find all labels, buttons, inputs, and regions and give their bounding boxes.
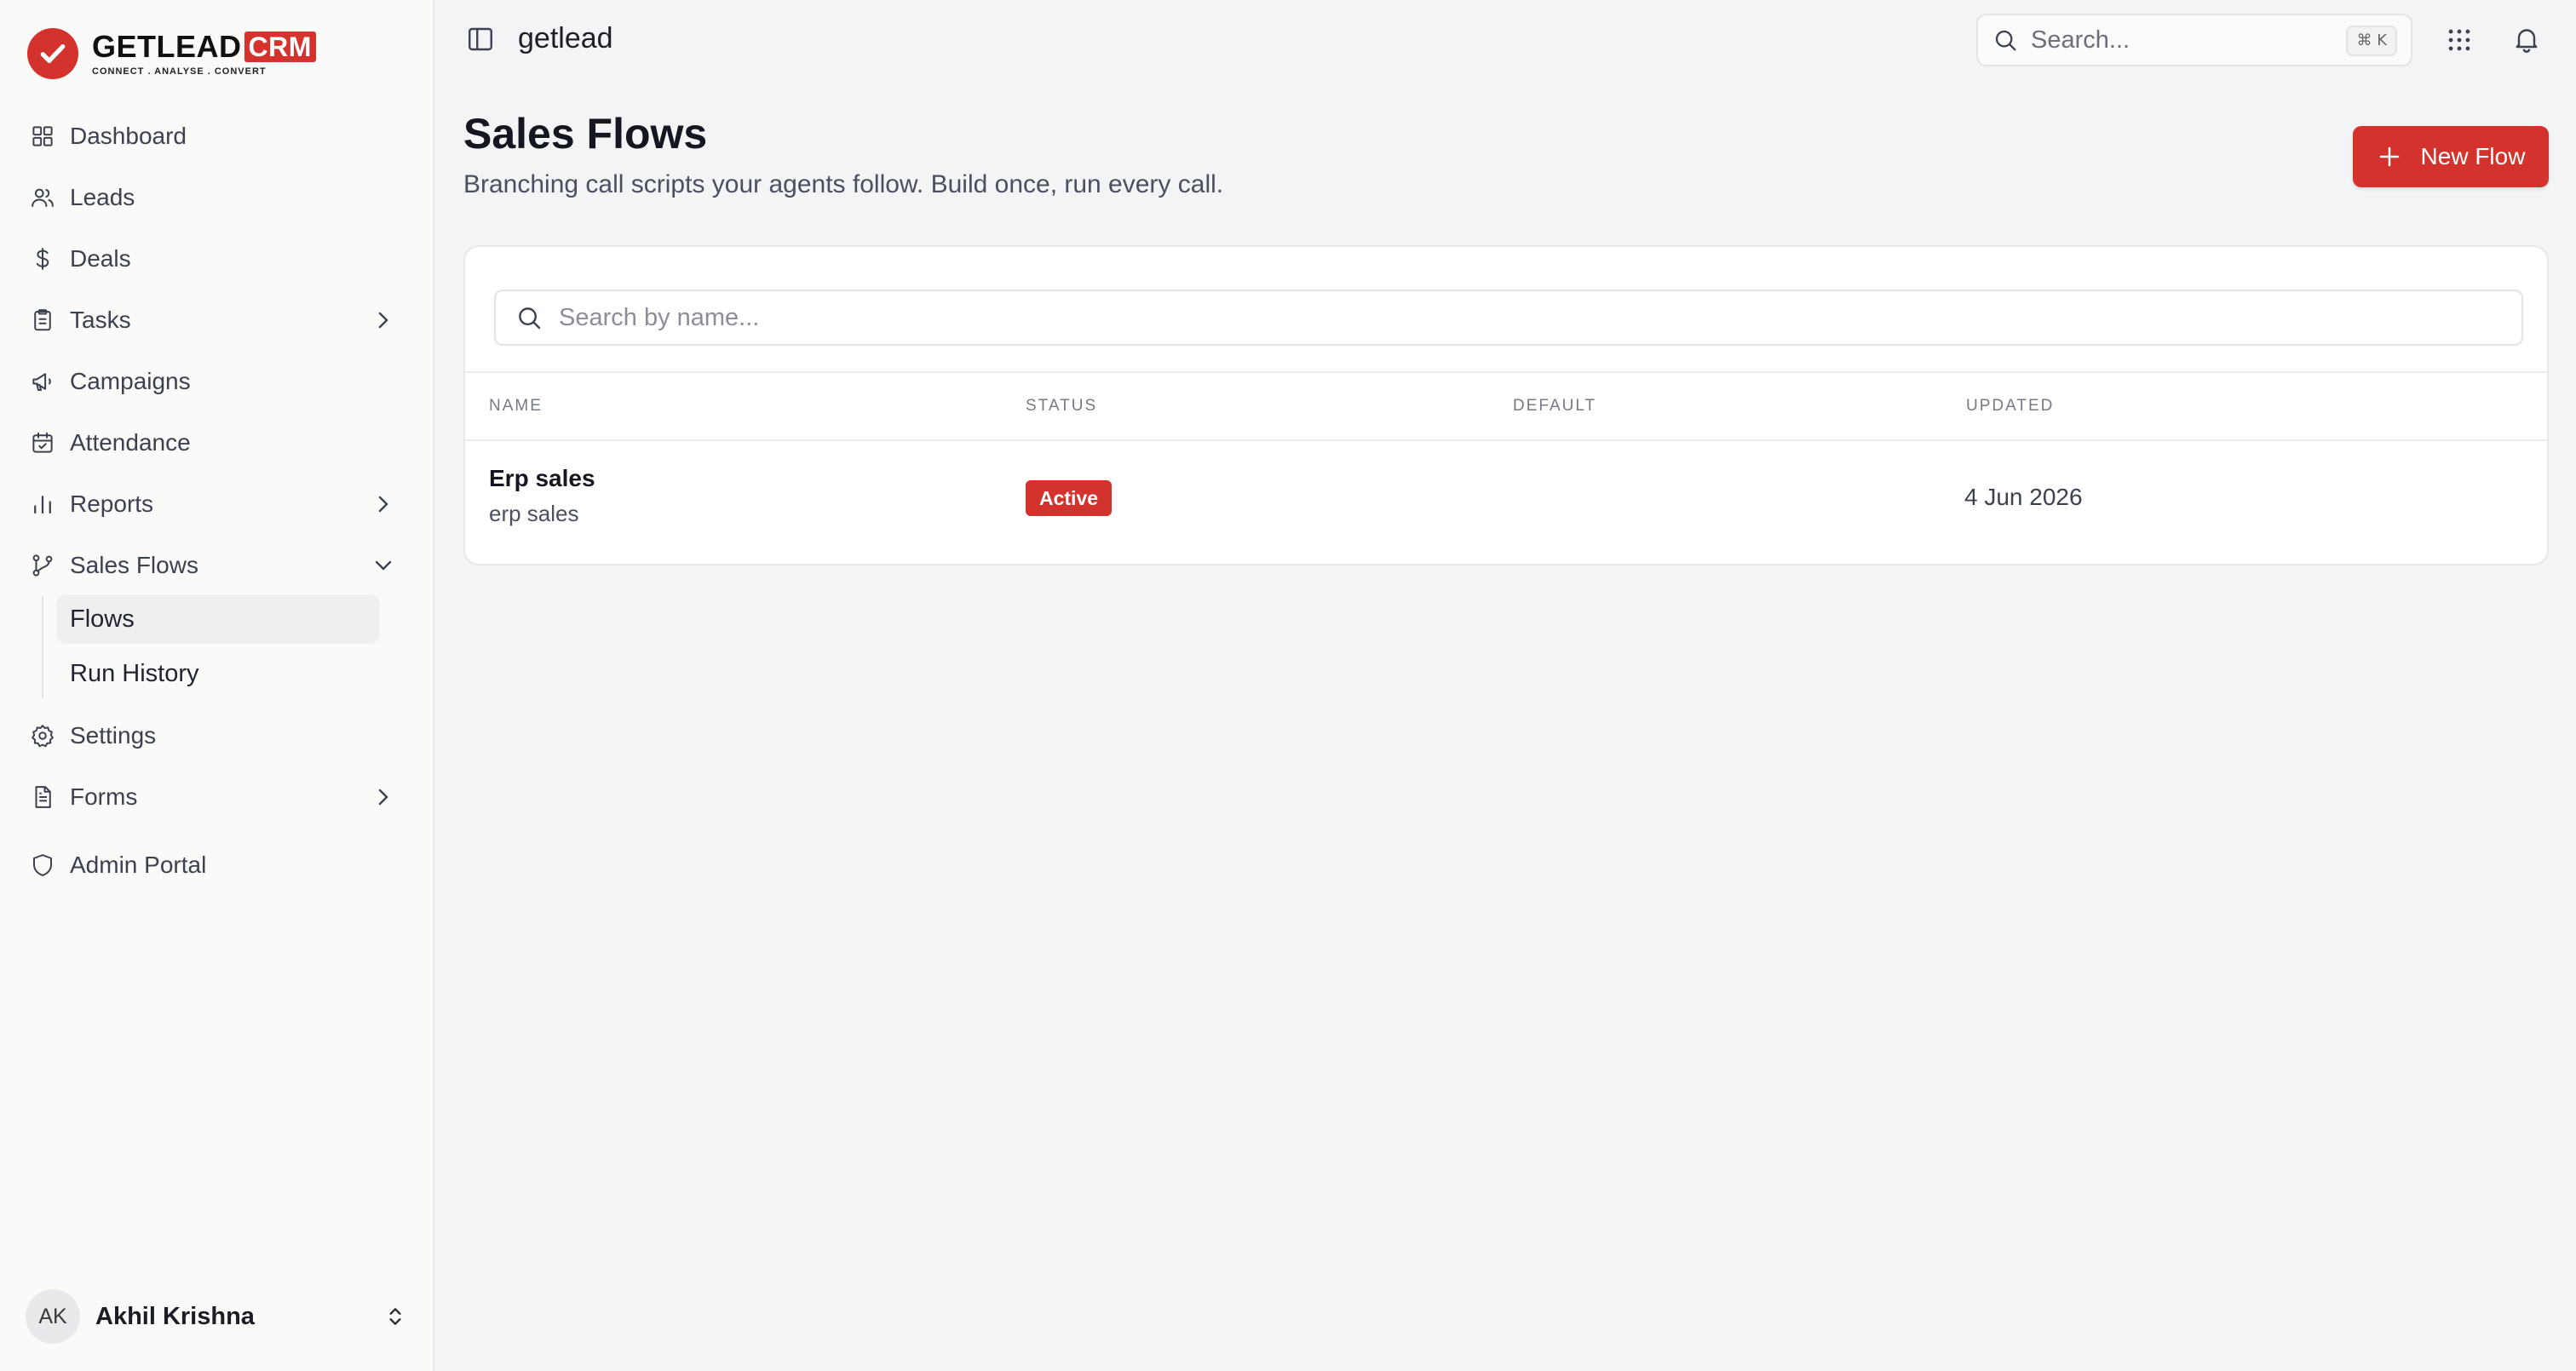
sidebar-item-deals[interactable]: Deals (20, 233, 412, 284)
search-icon (519, 307, 541, 330)
git-branch-icon (29, 552, 56, 579)
calendar-check-icon (29, 429, 56, 456)
flow-search-input[interactable]: Search by name... (494, 290, 2523, 346)
sidebar-item-attendance[interactable]: Attendance (20, 417, 412, 468)
sidebar-item-label: Reports (70, 490, 154, 517)
flow-description: erp sales (489, 501, 579, 526)
flow-search-placeholder: Search by name... (559, 303, 760, 331)
top-bar: getlead Search... ⌘ K (436, 0, 2576, 82)
check-logo-icon (27, 28, 78, 79)
table-header: NAME STATUS DEFAULT UPDATED (465, 371, 2547, 441)
users-icon (29, 184, 56, 211)
sidebar-subitem-label: Run History (70, 659, 199, 687)
chevron-right-icon (378, 312, 388, 329)
global-search-placeholder: Search... (2031, 26, 2130, 54)
bar-chart-icon (29, 490, 56, 518)
clipboard-icon (29, 307, 56, 334)
brand-logo[interactable]: GETLEAD CRM CONNECT . ANALYSE . CONVERT (27, 26, 316, 82)
new-flow-button[interactable]: New Flow (2353, 126, 2549, 187)
column-header-updated[interactable]: UPDATED (1966, 397, 2054, 416)
workspace-name: getlead (518, 22, 613, 54)
sidebar-item-forms[interactable]: Forms (20, 772, 412, 823)
search-icon (1995, 30, 2016, 51)
file-text-icon (29, 783, 56, 811)
sidebar-item-label: Settings (70, 722, 157, 749)
submenu-guide-line (42, 596, 43, 698)
status-badge: Active (1026, 480, 1113, 516)
sidebar-item-sales-flows[interactable]: Sales Flows (20, 540, 412, 591)
sidebar: GETLEAD CRM CONNECT . ANALYSE . CONVERT … (0, 0, 434, 1371)
sidebar-item-admin-portal[interactable]: Admin Portal (20, 840, 412, 891)
plus-icon (2379, 146, 2399, 167)
user-menu[interactable]: AK Akhil Krishna (26, 1289, 417, 1344)
table-row[interactable]: Erp sales erp sales Active 4 Jun 2026 (465, 441, 2547, 564)
column-header-status[interactable]: STATUS (1026, 397, 1097, 416)
apps-grid-icon[interactable] (2445, 26, 2474, 54)
shield-icon (29, 852, 56, 879)
new-flow-label: New Flow (2420, 143, 2526, 169)
sidebar-item-tasks[interactable]: Tasks (20, 295, 412, 346)
sidebar-item-label: Deals (70, 245, 131, 272)
page-title: Sales Flows (463, 110, 708, 158)
avatar: AK (26, 1289, 80, 1344)
sidebar-item-label: Leads (70, 184, 135, 210)
sidebar-item-dashboard[interactable]: Dashboard (20, 111, 412, 162)
sidebar-item-settings[interactable]: Settings (20, 710, 412, 761)
sidebar-item-label: Attendance (70, 429, 191, 456)
brand-name: GETLEAD (92, 29, 242, 64)
column-header-name[interactable]: NAME (489, 397, 543, 416)
sidebar-item-leads[interactable]: Leads (20, 172, 412, 223)
dollar-icon (29, 245, 56, 272)
sidebar-item-label: Forms (70, 783, 138, 810)
column-header-default[interactable]: DEFAULT (1513, 397, 1596, 416)
sidebar-subitem-label: Flows (70, 605, 135, 633)
chevron-right-icon (378, 496, 388, 513)
chevron-down-icon (375, 560, 392, 571)
sidebar-item-campaigns[interactable]: Campaigns (20, 356, 412, 407)
sidebar-toggle-icon[interactable] (465, 24, 496, 54)
sidebar-item-label: Tasks (70, 307, 131, 333)
sidebar-item-label: Dashboard (70, 123, 187, 149)
chevrons-up-down-icon[interactable] (382, 1303, 409, 1330)
sidebar-subitem-flows[interactable]: Flows (56, 594, 380, 644)
dashboard-icon (29, 123, 56, 150)
updated-date: 4 Jun 2026 (1964, 484, 2083, 510)
megaphone-icon (29, 368, 56, 395)
sidebar-item-label: Admin Portal (70, 852, 207, 878)
flow-name[interactable]: Erp sales (489, 465, 595, 492)
bell-icon[interactable] (2511, 24, 2542, 54)
gear-icon (29, 722, 56, 749)
sidebar-item-label: Campaigns (70, 368, 191, 394)
page-subtitle: Branching call scripts your agents follo… (463, 170, 1224, 198)
global-search[interactable]: Search... ⌘ K (1976, 14, 2412, 66)
sidebar-item-reports[interactable]: Reports (20, 479, 412, 530)
keyboard-shortcut-hint: ⌘ K (2346, 26, 2397, 56)
flows-table-card: Search by name... NAME STATUS DEFAULT UP… (463, 245, 2549, 565)
chevron-right-icon (378, 789, 388, 806)
sidebar-item-label: Sales Flows (70, 552, 198, 578)
brand-tagline: CONNECT . ANALYSE . CONVERT (92, 66, 267, 77)
brand-suffix: CRM (244, 32, 316, 62)
user-name: Akhil Krishna (95, 1302, 255, 1330)
sidebar-subitem-run-history[interactable]: Run History (56, 649, 380, 698)
